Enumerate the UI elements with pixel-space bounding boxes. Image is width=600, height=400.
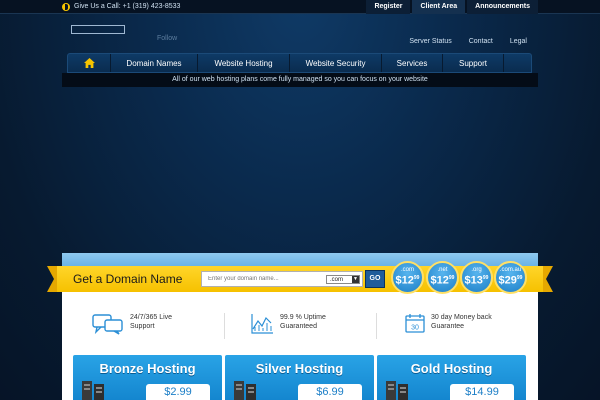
bubble-price-cents: 99 <box>516 275 523 281</box>
calendar-icon: 30 <box>405 314 425 333</box>
tld-select[interactable]: .com ▼ <box>326 275 360 284</box>
feature-line1: 24/7/365 Live <box>130 314 173 321</box>
domain-search-box: .com ▼ <box>201 271 363 287</box>
price-bubble-com-au[interactable]: .com.au $2999 <box>494 261 527 294</box>
plan-card-bronze[interactable]: Bronze Hosting $2.99 <box>73 355 222 400</box>
uptime-chart-icon <box>251 314 273 334</box>
nav-website-hosting[interactable]: Website Hosting <box>198 54 290 72</box>
bubble-price-dollars: $13 <box>464 274 483 287</box>
bubble-price-dollars: $29 <box>498 274 517 287</box>
follow-link[interactable]: Follow <box>157 35 177 42</box>
feature-line2: Guarantee <box>431 323 465 330</box>
plan-price: $14.99 <box>450 384 514 400</box>
bubble-price-cents: 99 <box>413 275 420 281</box>
announcements-link[interactable]: Announcements <box>467 0 538 14</box>
account-links: Register Client Area Announcements <box>364 0 538 14</box>
domain-banner: Get a Domain Name .com ▼ GO .com $1299 .… <box>57 261 543 294</box>
server-icon <box>234 381 256 400</box>
bubble-price-cents: 99 <box>448 275 455 281</box>
bubble-price: $2999 <box>496 273 525 287</box>
tagline: All of our web hosting plans come fully … <box>62 73 538 87</box>
plan-price: $2.99 <box>146 384 210 400</box>
plan-price: $6.99 <box>298 384 362 400</box>
server-status-link[interactable]: Server Status <box>409 38 451 45</box>
go-button[interactable]: GO <box>365 270 385 288</box>
call-us: Give Us a Call: +1 (319) 423-8533 <box>62 0 180 14</box>
price-bubble-net[interactable]: .net $1299 <box>426 261 459 294</box>
utility-links: Server Status Contact Legal <box>409 38 527 45</box>
legal-link[interactable]: Legal <box>510 38 527 45</box>
contact-link[interactable]: Contact <box>469 38 493 45</box>
price-bubble-org[interactable]: .org $1399 <box>460 261 493 294</box>
price-bubble-com[interactable]: .com $1299 <box>391 261 424 294</box>
feature-line1: 99.9 % Uptime <box>280 314 326 321</box>
feature-text: 30 day Money back Guarantee <box>431 313 492 331</box>
top-bar: Give Us a Call: +1 (319) 423-8533 Regist… <box>0 0 600 14</box>
feature-line2: Guaranteed <box>280 323 317 330</box>
client-area-link[interactable]: Client Area <box>412 0 466 14</box>
plan-card-gold[interactable]: Gold Hosting $14.99 <box>377 355 526 400</box>
main-nav: Domain Names Website Hosting Website Sec… <box>67 53 532 73</box>
bubble-price: $1299 <box>393 273 422 287</box>
nav-services[interactable]: Services <box>382 54 443 72</box>
nav-domain-names[interactable]: Domain Names <box>111 54 198 72</box>
feature-text: 99.9 % Uptime Guaranteed <box>280 313 326 331</box>
feature-divider <box>224 313 225 339</box>
plan-name: Silver Hosting <box>255 361 344 376</box>
plan-card-silver[interactable]: Silver Hosting $6.99 <box>225 355 374 400</box>
feature-divider <box>376 313 377 339</box>
feature-money-back: 30 30 day Money back Guarantee <box>405 313 492 333</box>
server-icon <box>386 381 408 400</box>
feature-text: 24/7/365 Live Support <box>130 313 172 331</box>
nav-website-security[interactable]: Website Security <box>290 54 382 72</box>
feature-support: 24/7/365 Live Support <box>92 313 172 335</box>
feature-line1: 30 day Money back <box>431 314 492 321</box>
phone-icon <box>62 3 70 11</box>
nav-home[interactable] <box>68 54 111 72</box>
domain-search-input[interactable] <box>202 272 320 286</box>
bubble-price-dollars: $12 <box>430 274 449 287</box>
feature-uptime: 99.9 % Uptime Guaranteed <box>250 313 326 335</box>
bubble-price-dollars: $12 <box>395 274 414 287</box>
bubble-price-cents: 99 <box>482 275 489 281</box>
register-link[interactable]: Register <box>366 0 411 14</box>
plan-name: Gold Hosting <box>410 361 493 376</box>
bubble-price: $1399 <box>462 273 491 287</box>
svg-text:30: 30 <box>411 325 419 332</box>
server-icon <box>82 381 104 400</box>
chat-support-icon <box>92 314 123 335</box>
nav-support[interactable]: Support <box>443 54 504 72</box>
home-icon <box>83 58 95 68</box>
feature-line2: Support <box>130 323 155 330</box>
tld-selected: .com <box>330 277 344 283</box>
chevron-down-icon: ▼ <box>352 276 359 283</box>
logo[interactable] <box>71 25 125 34</box>
bubble-price: $1299 <box>428 273 457 287</box>
domain-title: Get a Domain Name <box>73 272 183 286</box>
call-text: Give Us a Call: +1 (319) 423-8533 <box>74 3 181 10</box>
plan-name: Bronze Hosting <box>99 361 196 376</box>
